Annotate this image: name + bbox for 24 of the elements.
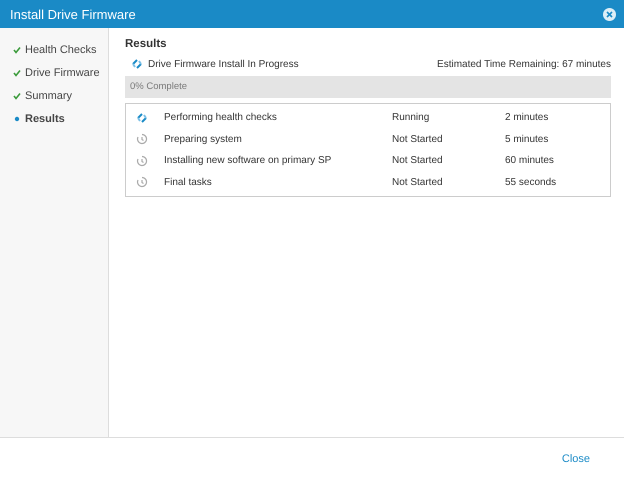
task-status: Not Started — [392, 134, 444, 145]
task-duration: 55 seconds — [505, 176, 558, 188]
step-label[interactable]: Summary — [25, 90, 72, 102]
task-name: Installing new software on primary SP — [164, 155, 332, 166]
task-duration: 2 minutes — [505, 112, 550, 124]
step-label[interactable]: Drive Firmware — [25, 67, 100, 79]
progress-label: 0% Complete — [130, 81, 188, 92]
task-name: Performing health checks — [164, 112, 278, 124]
progress-spinner-icon — [131, 58, 143, 70]
task-name: Preparing system — [164, 134, 243, 145]
task-status: Not Started — [392, 155, 444, 166]
task-name: Final tasks — [164, 176, 213, 188]
task-status: Not Started — [392, 176, 444, 188]
step-label[interactable]: Results — [25, 113, 65, 125]
section-heading: Results — [125, 38, 168, 50]
window-title: Install Drive Firmware — [10, 6, 136, 22]
close-icon[interactable] — [603, 8, 616, 20]
task-duration: 60 minutes — [505, 155, 555, 166]
close-link[interactable]: Close — [562, 453, 590, 465]
task-duration: 5 minutes — [505, 134, 550, 145]
status-text: Drive Firmware Install In Progress — [148, 58, 299, 70]
time-remaining: Estimated Time Remaining: 67 minutes — [437, 58, 611, 70]
step-label[interactable]: Health Checks — [25, 44, 97, 56]
task-status: Running — [392, 112, 430, 124]
